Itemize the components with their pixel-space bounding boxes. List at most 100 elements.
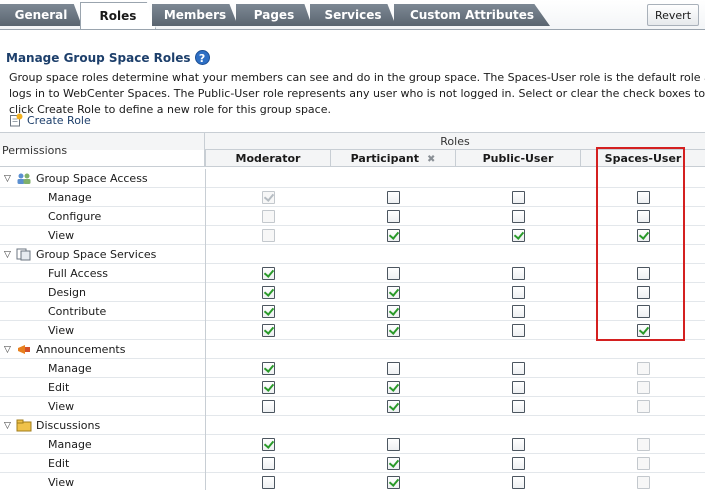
permission-checkbox-moderator[interactable] [262,286,275,299]
permission-checkbox-moderator[interactable] [262,324,275,337]
permission-checkbox-spaces-user [637,476,650,489]
revert-button[interactable]: Revert [647,4,699,26]
permission-checkbox-participant[interactable] [387,438,400,451]
permission-checkbox-participant[interactable] [387,324,400,337]
permission-label: View [48,400,75,413]
column-divider [205,473,206,490]
table-row: Contribute [0,302,705,321]
permission-checkbox-participant[interactable] [387,381,400,394]
permission-group-row: ▽ Announcements [0,340,705,359]
permission-checkbox-public-user[interactable] [512,229,525,242]
discussions-icon [16,419,32,432]
group-label[interactable]: ▽ Discussions [4,419,100,432]
permission-checkbox-participant[interactable] [387,362,400,375]
table-row: Design [0,283,705,302]
column-label: Participant [350,152,419,165]
permission-checkbox-participant[interactable] [387,210,400,223]
permission-checkbox-public-user[interactable] [512,438,525,451]
roles-label: Roles [440,135,470,148]
column-label: Moderator [235,152,301,165]
description-line: logs in to WebCenter Spaces. The Public-… [9,87,705,100]
expand-toggle-icon[interactable]: ▽ [4,421,14,431]
create-role-label: Create Role [27,113,91,127]
column-label: Public-User [482,152,554,165]
create-role-link[interactable]: Create Role [9,113,91,127]
permission-checkbox-spaces-user[interactable] [637,267,650,280]
group-label[interactable]: ▽ Announcements [4,343,125,356]
permission-checkbox-public-user[interactable] [512,267,525,280]
permission-checkbox-public-user[interactable] [512,457,525,470]
group-name: Group Space Services [36,248,157,261]
permission-checkbox-moderator[interactable] [262,438,275,451]
tab-bar: General Roles Members Pages Services Cus… [0,0,705,30]
table-row: Manage [0,435,705,454]
permission-checkbox-spaces-user[interactable] [637,210,650,223]
tab-services[interactable]: Services [310,4,396,26]
tab-pages[interactable]: Pages [236,4,312,26]
permission-checkbox-spaces-user[interactable] [637,229,650,242]
page-title: Manage Group Space Roles [6,50,191,65]
column-header-moderator: Moderator [205,150,330,167]
permission-checkbox-moderator[interactable] [262,400,275,413]
group-label[interactable]: ▽ Group Space Access [4,172,148,185]
column-divider [205,188,206,207]
permission-checkbox-public-user[interactable] [512,191,525,204]
permission-checkbox-participant[interactable] [387,305,400,318]
column-header-participant: Participant ✖ [330,150,455,167]
permission-checkbox-spaces-user [637,362,650,375]
column-divider [205,378,206,397]
permission-checkbox-spaces-user[interactable] [637,324,650,337]
permission-checkbox-moderator[interactable] [262,267,275,280]
permission-checkbox-moderator[interactable] [262,457,275,470]
permission-checkbox-public-user[interactable] [512,324,525,337]
column-divider [205,435,206,454]
column-divider [205,169,206,188]
permission-checkbox-moderator[interactable] [262,305,275,318]
column-divider [205,283,206,302]
column-divider [205,321,206,340]
expand-toggle-icon[interactable]: ▽ [4,345,14,355]
permission-checkbox-participant[interactable] [387,286,400,299]
permission-checkbox-participant[interactable] [387,400,400,413]
group-name: Announcements [36,343,126,356]
group-name: Discussions [36,419,101,432]
permission-label: View [48,476,75,489]
tab-custom-attributes[interactable]: Custom Attributes [394,4,550,26]
permission-checkbox-public-user[interactable] [512,400,525,413]
permission-checkbox-public-user[interactable] [512,362,525,375]
tab-general[interactable]: General [0,4,82,26]
column-label: Spaces-User [604,152,682,165]
permission-checkbox-participant[interactable] [387,191,400,204]
permission-label: Manage [48,362,92,375]
permission-checkbox-participant[interactable] [387,476,400,489]
permission-checkbox-participant[interactable] [387,457,400,470]
help-icon[interactable]: ? [194,50,210,65]
permission-checkbox-public-user[interactable] [512,210,525,223]
column-divider [205,302,206,321]
permission-checkbox-moderator[interactable] [262,381,275,394]
permission-checkbox-public-user[interactable] [512,476,525,489]
permission-checkbox-participant[interactable] [387,267,400,280]
group-label[interactable]: ▽ Group Space Services [4,248,156,261]
description-line: Group space roles determine what your me… [9,71,705,84]
permission-checkbox-public-user[interactable] [512,381,525,394]
permission-label: Manage [48,438,92,451]
tab-roles[interactable]: Roles [80,2,156,29]
column-divider [205,340,206,359]
permission-group-row: ▽ Group Space Services [0,245,705,264]
permission-checkbox-moderator[interactable] [262,362,275,375]
permission-checkbox-moderator[interactable] [262,476,275,489]
permission-checkbox-spaces-user[interactable] [637,305,650,318]
permission-checkbox-spaces-user[interactable] [637,191,650,204]
tab-members[interactable]: Members [152,4,238,26]
permission-checkbox-participant[interactable] [387,229,400,242]
permission-checkbox-public-user[interactable] [512,305,525,318]
table-row: View [0,321,705,340]
remove-role-icon[interactable]: ✖ [427,151,435,168]
announcements-icon [16,343,32,356]
permission-checkbox-public-user[interactable] [512,286,525,299]
expand-toggle-icon[interactable]: ▽ [4,174,14,184]
table-row: View [0,397,705,416]
expand-toggle-icon[interactable]: ▽ [4,250,14,260]
permission-checkbox-spaces-user[interactable] [637,286,650,299]
